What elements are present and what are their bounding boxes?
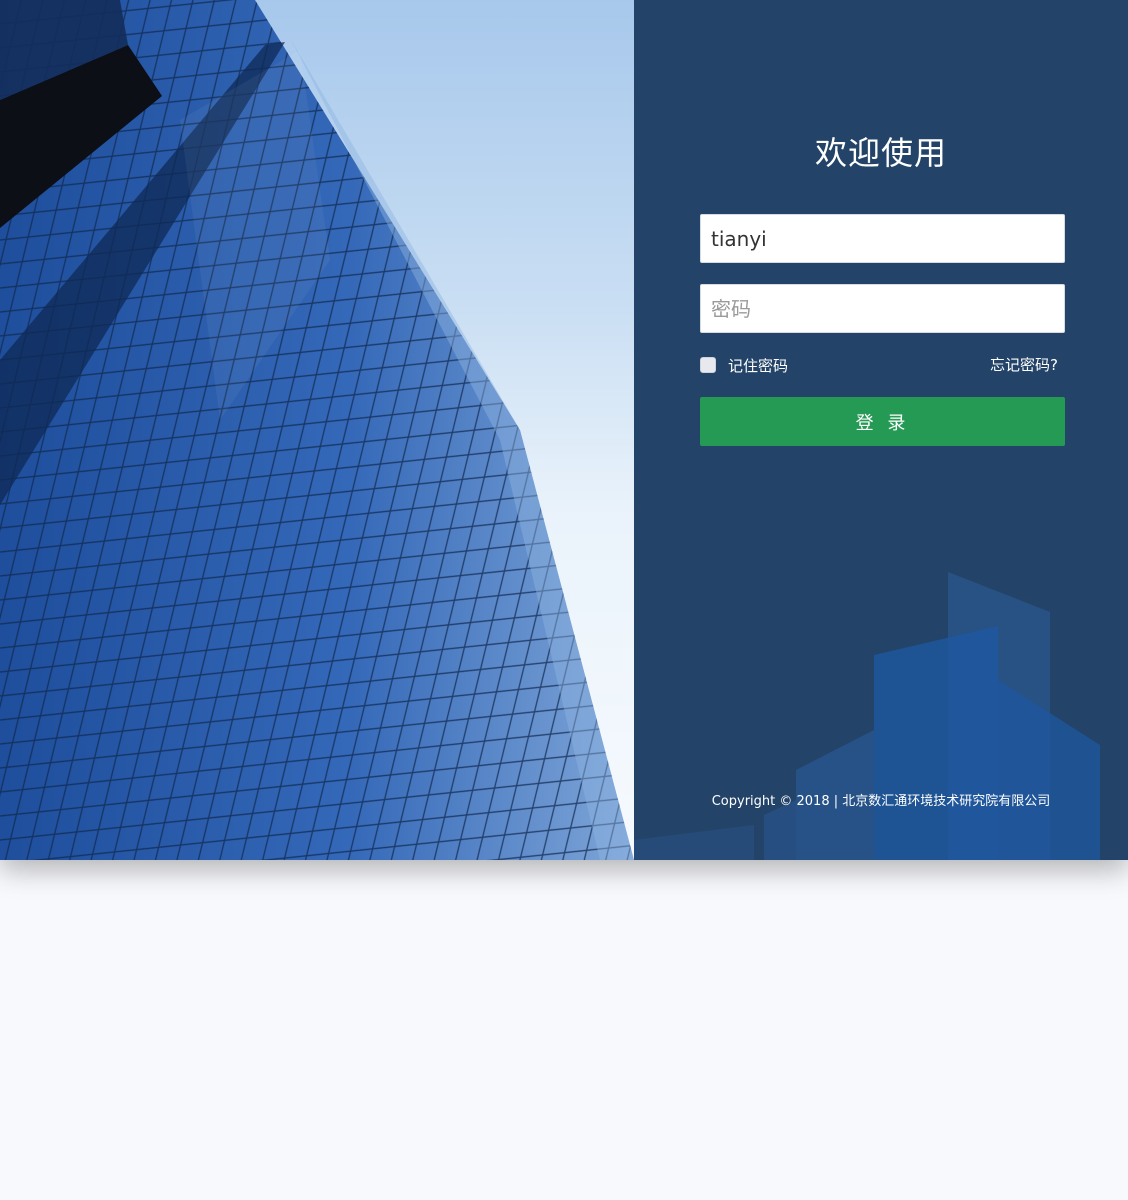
remember-checkbox[interactable]	[700, 357, 716, 373]
login-button[interactable]: 登 录	[700, 397, 1065, 446]
password-input[interactable]	[700, 284, 1065, 333]
remember-password-toggle[interactable]: 记住密码	[700, 355, 788, 375]
welcome-title: 欢迎使用	[814, 134, 947, 172]
copyright-text: Copyright © 2018 | 北京数汇通环境技术研究院有限公司	[711, 794, 1051, 809]
username-input[interactable]	[700, 214, 1065, 263]
remember-label: 记住密码	[728, 356, 789, 375]
building-photo	[0, 0, 634, 860]
forgot-password-link[interactable]: 忘记密码?	[990, 355, 1058, 375]
login-panel: 欢迎使用 记住密码 忘记密码? 登 录 Copyright © 2018 | 北…	[634, 0, 1128, 860]
login-frame: 欢迎使用 记住密码 忘记密码? 登 录 Copyright © 2018 | 北…	[0, 0, 1128, 860]
